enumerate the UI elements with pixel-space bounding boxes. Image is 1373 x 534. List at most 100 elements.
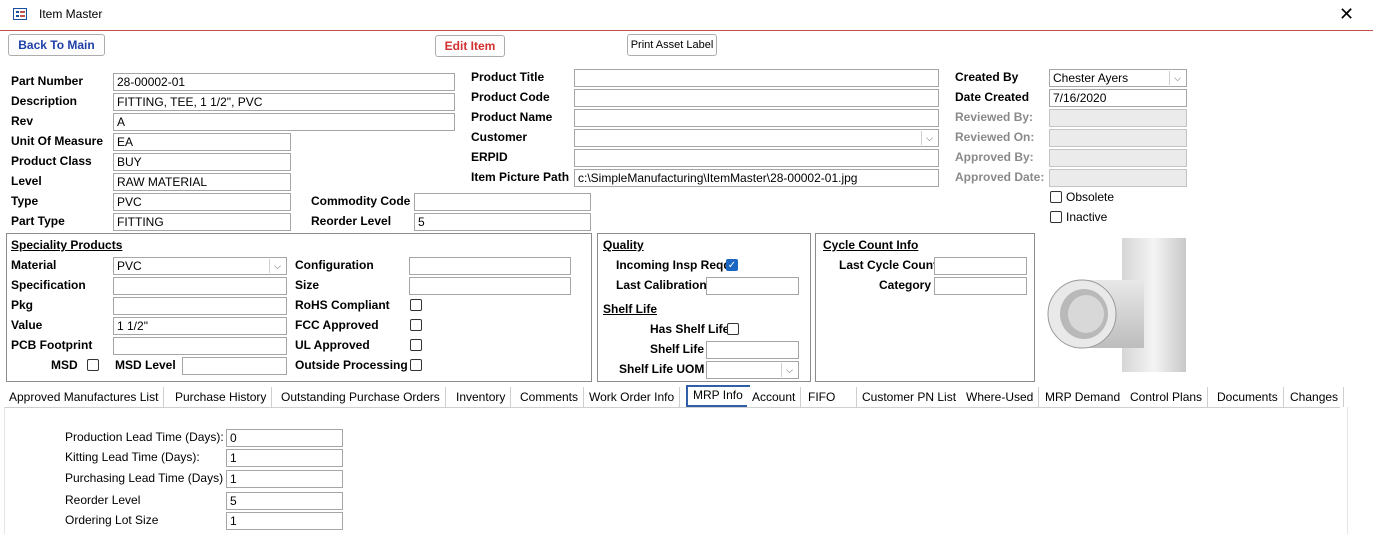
tab-purchase-history[interactable]: Purchase History bbox=[170, 387, 273, 407]
tab-work-order-info[interactable]: Work Order Info bbox=[584, 387, 681, 407]
tab-approved-manufactures-list[interactable]: Approved Manufactures List bbox=[4, 387, 165, 407]
product-title-field[interactable] bbox=[574, 69, 939, 87]
inactive-label: Inactive bbox=[1066, 210, 1108, 224]
title-bar: Item Master ✕ bbox=[0, 0, 1373, 31]
obsolete-checkbox[interactable] bbox=[1050, 191, 1062, 203]
tab-outstanding-purchase-orders[interactable]: Outstanding Purchase Orders bbox=[276, 387, 446, 407]
chevron-down-icon[interactable]: ⌵ bbox=[1169, 71, 1185, 85]
incoming-insp-checkbox[interactable]: ✓ bbox=[726, 259, 738, 271]
product-class-field[interactable]: BUY bbox=[113, 153, 291, 171]
has-shelf-life-checkbox[interactable] bbox=[727, 323, 739, 335]
part-number-label: Part Number bbox=[11, 74, 84, 88]
mrp-reorder-level-field[interactable]: 5 bbox=[226, 492, 343, 510]
kitting-lead-time-label: Kitting Lead Time (Days): bbox=[65, 450, 200, 464]
date-created-field[interactable]: 7/16/2020 bbox=[1049, 89, 1187, 107]
customer-combo[interactable]: ⌵ bbox=[574, 129, 939, 147]
part-number-field[interactable]: 28-00002-01 bbox=[113, 73, 455, 91]
last-cycle-count-field[interactable] bbox=[934, 257, 1027, 275]
size-field[interactable] bbox=[409, 277, 571, 295]
product-code-label: Product Code bbox=[471, 90, 550, 104]
outside-processing-label: Outside Processing bbox=[295, 358, 408, 372]
picture-path-field[interactable]: c:\SimpleManufacturing\ItemMaster\28-000… bbox=[574, 169, 939, 187]
reviewed-by-field bbox=[1049, 109, 1187, 127]
approved-date-label: Approved Date: bbox=[955, 170, 1045, 184]
print-asset-label-button[interactable]: Print Asset Label bbox=[627, 34, 717, 56]
shelf-life-field[interactable] bbox=[706, 341, 799, 359]
type-label: Type bbox=[11, 194, 39, 208]
last-calibration-field[interactable] bbox=[706, 277, 799, 295]
purchasing-lead-time-label: Purchasing Lead Time (Days) bbox=[65, 471, 224, 485]
edit-item-button[interactable]: Edit Item bbox=[435, 35, 505, 57]
chevron-down-icon[interactable]: ⌵ bbox=[781, 363, 797, 377]
tab-documents[interactable]: Documents bbox=[1212, 387, 1284, 407]
inactive-checkbox[interactable] bbox=[1050, 211, 1062, 223]
pcb-footprint-field[interactable] bbox=[113, 337, 287, 355]
date-created-label: Date Created bbox=[955, 90, 1030, 104]
reorder-level-label: Reorder Level bbox=[311, 214, 392, 228]
rev-field[interactable]: A bbox=[113, 113, 455, 131]
customer-label: Customer bbox=[471, 130, 528, 144]
pcb-footprint-label: PCB Footprint bbox=[11, 338, 93, 352]
msd-level-label: MSD Level bbox=[115, 358, 176, 372]
created-by-label: Created By bbox=[955, 70, 1019, 84]
chevron-down-icon[interactable]: ⌵ bbox=[921, 131, 937, 145]
ordering-lot-size-label: Ordering Lot Size bbox=[65, 513, 159, 527]
outside-processing-checkbox[interactable] bbox=[410, 359, 422, 371]
configuration-field[interactable] bbox=[409, 257, 571, 275]
material-combo[interactable]: PVC ⌵ bbox=[113, 257, 287, 275]
description-field[interactable]: FITTING, TEE, 1 1/2", PVC bbox=[113, 93, 455, 111]
uom-field[interactable]: EA bbox=[113, 133, 291, 151]
msd-checkbox[interactable] bbox=[87, 359, 99, 371]
created-by-combo[interactable]: Chester Ayers ⌵ bbox=[1049, 69, 1187, 87]
tab-mrp-demand[interactable]: MRP Demand bbox=[1040, 387, 1127, 407]
tab-control-plans[interactable]: Control Plans bbox=[1125, 387, 1209, 407]
tab-account[interactable]: Account bbox=[747, 387, 802, 407]
shelf-life-uom-combo[interactable]: ⌵ bbox=[706, 361, 799, 379]
value-field[interactable]: 1 1/2" bbox=[113, 317, 287, 335]
close-icon[interactable]: ✕ bbox=[1339, 4, 1354, 24]
category-label: Category bbox=[879, 278, 932, 292]
tab-changes[interactable]: Changes bbox=[1285, 387, 1345, 407]
tab-customer-pn-list[interactable]: Customer PN List bbox=[857, 387, 963, 407]
rohs-label: RoHS Compliant bbox=[295, 298, 390, 312]
last-calibration-label: Last Calibration bbox=[616, 278, 707, 292]
rohs-checkbox[interactable] bbox=[410, 299, 422, 311]
reorder-level-field[interactable]: 5 bbox=[414, 213, 591, 231]
production-lead-time-field[interactable]: 0 bbox=[226, 429, 343, 447]
pkg-label: Pkg bbox=[11, 298, 34, 312]
tab-fifo[interactable]: FIFO bbox=[803, 387, 857, 407]
fcc-checkbox[interactable] bbox=[410, 319, 422, 331]
cycle-count-heading: Cycle Count Info bbox=[823, 238, 919, 252]
ul-checkbox[interactable] bbox=[410, 339, 422, 351]
kitting-lead-time-field[interactable]: 1 bbox=[226, 449, 343, 467]
type-field[interactable]: PVC bbox=[113, 193, 291, 211]
ul-label: UL Approved bbox=[295, 338, 370, 352]
configuration-label: Configuration bbox=[295, 258, 374, 272]
tab-mrp-info[interactable]: MRP Info bbox=[686, 385, 750, 407]
commodity-code-field[interactable] bbox=[414, 193, 591, 211]
msd-level-field[interactable] bbox=[182, 357, 287, 375]
category-field[interactable] bbox=[934, 277, 1027, 295]
tab-comments[interactable]: Comments bbox=[515, 387, 585, 407]
product-class-label: Product Class bbox=[11, 154, 92, 168]
purchasing-lead-time-field[interactable]: 1 bbox=[226, 470, 343, 488]
chevron-down-icon[interactable]: ⌵ bbox=[269, 259, 285, 273]
product-name-field[interactable] bbox=[574, 109, 939, 127]
ordering-lot-size-field[interactable]: 1 bbox=[226, 512, 343, 530]
part-type-field[interactable]: FITTING bbox=[113, 213, 291, 231]
material-value: PVC bbox=[117, 259, 142, 273]
level-field[interactable]: RAW MATERIAL bbox=[113, 173, 291, 191]
incoming-insp-label: Incoming Insp Reqd bbox=[616, 258, 731, 272]
material-label: Material bbox=[11, 258, 57, 272]
pkg-field[interactable] bbox=[113, 297, 287, 315]
fcc-label: FCC Approved bbox=[295, 318, 379, 332]
tab-where-used[interactable]: Where-Used bbox=[961, 387, 1040, 407]
erpid-field[interactable] bbox=[574, 149, 939, 167]
last-cycle-count-label: Last Cycle Count bbox=[839, 258, 938, 272]
specification-field[interactable] bbox=[113, 277, 287, 295]
product-code-field[interactable] bbox=[574, 89, 939, 107]
has-shelf-life-label: Has Shelf Life bbox=[650, 322, 730, 336]
approved-by-field bbox=[1049, 149, 1187, 167]
tab-inventory[interactable]: Inventory bbox=[451, 387, 512, 407]
back-to-main-button[interactable]: Back To Main bbox=[8, 34, 105, 56]
